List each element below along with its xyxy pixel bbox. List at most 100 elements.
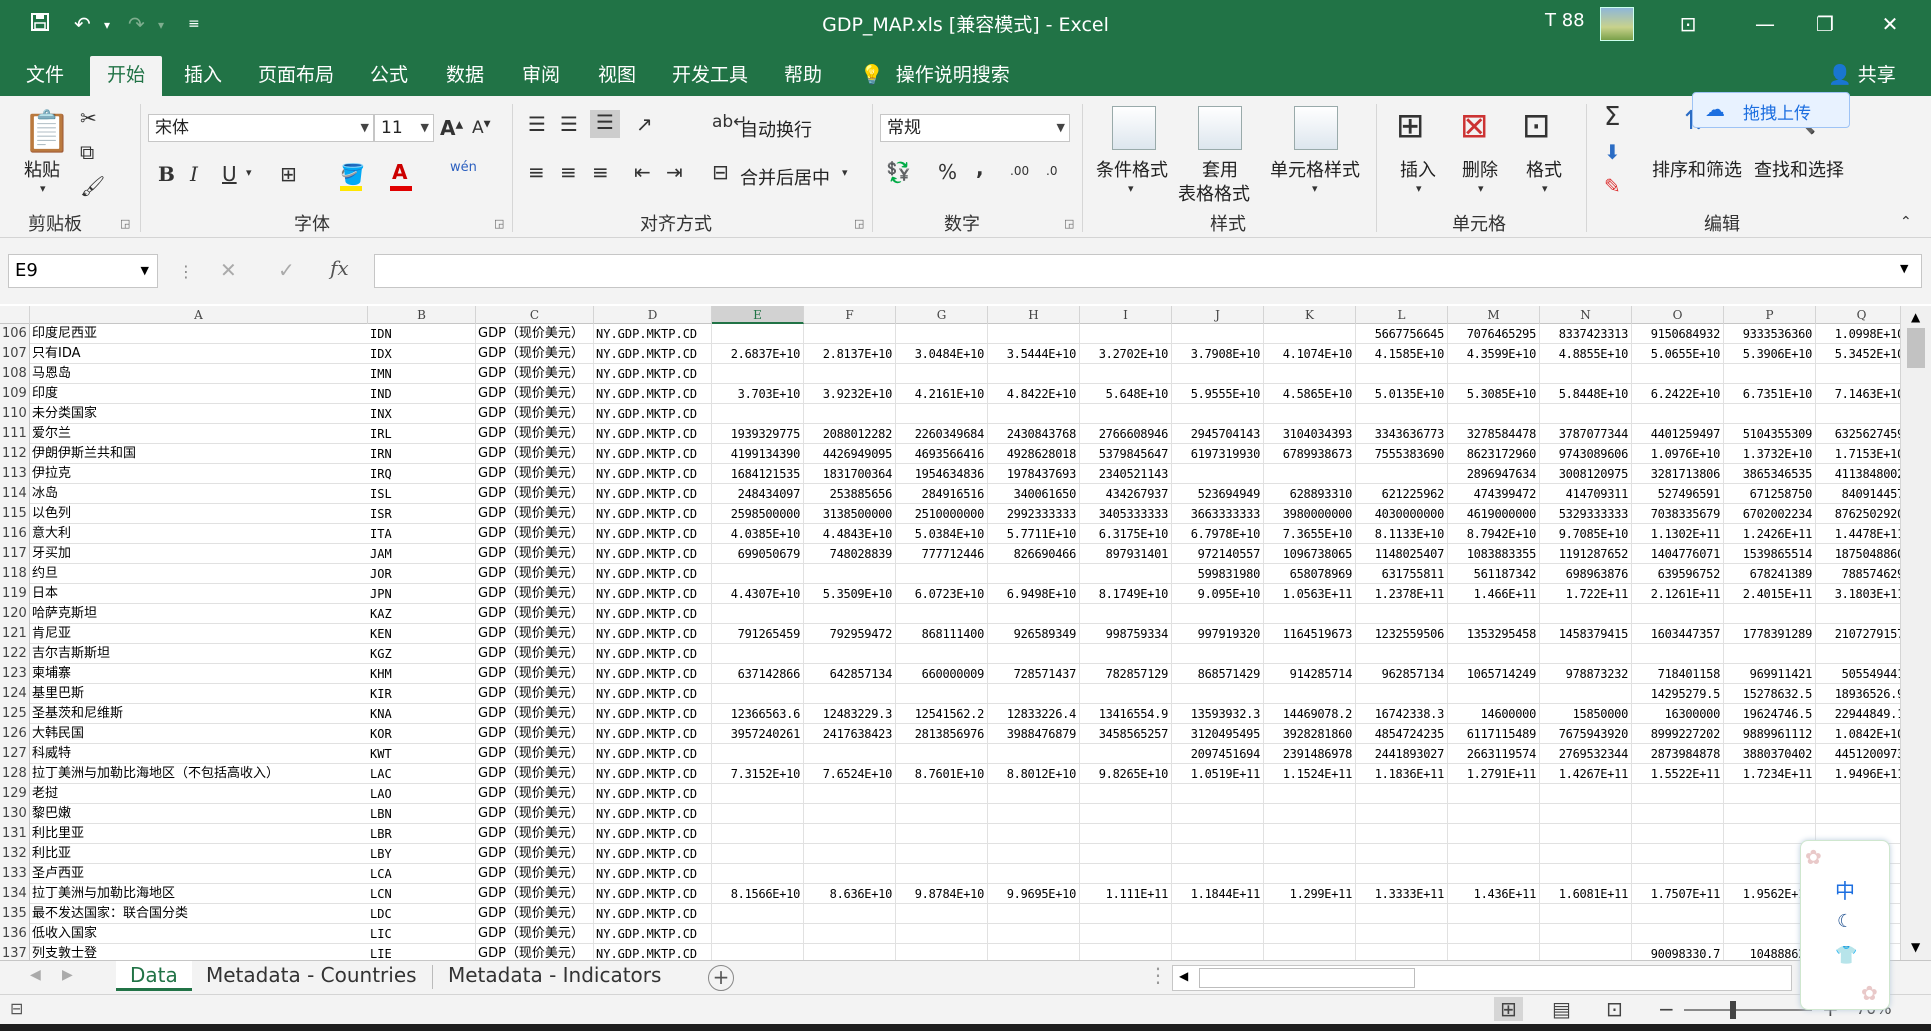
cell-value[interactable]: 2873984878 (1632, 744, 1724, 764)
cell-value[interactable]: 1.2426E+11 (1724, 524, 1816, 544)
shrink-font-icon[interactable]: A▼ (472, 118, 491, 138)
cell-value[interactable]: 3120495495 (1172, 724, 1264, 744)
cell-value[interactable] (1724, 784, 1816, 804)
row-header[interactable]: 115 (0, 504, 30, 524)
cell-value[interactable] (1264, 644, 1356, 664)
column-header-g[interactable]: G (896, 306, 988, 324)
cell-value[interactable]: 621225962 (1356, 484, 1448, 504)
font-name-combo[interactable]: 宋体 ▼ (148, 114, 374, 142)
cell-country-name[interactable]: 冰岛 (30, 484, 368, 504)
cell-value[interactable]: 2.6837E+10 (712, 344, 804, 364)
cell-value[interactable]: 1083883355 (1448, 544, 1540, 564)
paste-icon[interactable]: 📋 (22, 108, 72, 155)
cell-value[interactable]: 3980000000 (1264, 504, 1356, 524)
format-as-table-line1[interactable]: 套用 (1202, 156, 1238, 182)
cell-value[interactable]: 1.1844E+11 (1172, 884, 1264, 904)
cell-value[interactable]: 5.3906E+10 (1724, 344, 1816, 364)
cell-value[interactable] (1356, 604, 1448, 624)
cell-value[interactable] (1080, 364, 1172, 384)
cell-value[interactable] (1356, 404, 1448, 424)
number-dialog-launcher-icon[interactable]: ◲ (1064, 217, 1074, 230)
cell-value[interactable]: 9889961112 (1724, 724, 1816, 744)
merge-dropdown-icon[interactable]: ▾ (842, 166, 848, 179)
cell-value[interactable]: 5.7711E+10 (988, 524, 1080, 544)
cell-value[interactable]: 628893310 (1264, 484, 1356, 504)
formula-input[interactable] (374, 254, 1922, 288)
cell-indicator-code[interactable]: NY.GDP.MKTP.CD (594, 784, 712, 804)
cell-country-code[interactable]: IND (368, 384, 476, 404)
next-sheet-icon[interactable]: ▶ (62, 967, 73, 983)
moon-icon[interactable]: ☾ (1837, 911, 1853, 932)
cell-value[interactable] (1080, 804, 1172, 824)
cell-value[interactable] (1264, 824, 1356, 844)
tab-help[interactable]: 帮助 (770, 56, 836, 96)
cell-value[interactable]: 1.466E+11 (1448, 584, 1540, 604)
cell-value[interactable] (804, 564, 896, 584)
cell-value[interactable]: 3.703E+10 (712, 384, 804, 404)
cell-value[interactable] (804, 684, 896, 704)
cell-country-name[interactable]: 马恩岛 (30, 364, 368, 384)
cell-value[interactable]: 1.5522E+11 (1632, 764, 1724, 784)
decrease-indent-icon[interactable]: ⇤ (634, 160, 651, 184)
cell-country-code[interactable]: IMN (368, 364, 476, 384)
row-header[interactable]: 132 (0, 844, 30, 864)
cell-value[interactable]: 1603447357 (1632, 624, 1724, 644)
cell-value[interactable] (1080, 824, 1172, 844)
cell-value[interactable] (1448, 404, 1540, 424)
cell-value[interactable] (1816, 364, 1900, 384)
cell-country-name[interactable]: 老挝 (30, 784, 368, 804)
font-dialog-launcher-icon[interactable]: ◲ (494, 217, 504, 230)
cell-indicator-code[interactable]: NY.GDP.MKTP.CD (594, 664, 712, 684)
scroll-down-icon[interactable]: ▼ (1911, 940, 1920, 954)
cell-value[interactable]: 1164519673 (1264, 624, 1356, 644)
cell-value[interactable] (1632, 844, 1724, 864)
row-header[interactable]: 125 (0, 704, 30, 724)
cell-country-name[interactable]: 约旦 (30, 564, 368, 584)
cell-country-name[interactable]: 拉丁美洲与加勒比海地区 (30, 884, 368, 904)
cell-value[interactable]: 4.4843E+10 (804, 524, 896, 544)
cell-value[interactable]: 1.1302E+11 (1632, 524, 1724, 544)
cell-country-code[interactable]: LBN (368, 804, 476, 824)
cell-value[interactable] (712, 804, 804, 824)
column-header-h[interactable]: H (988, 306, 1080, 324)
cell-value[interactable]: 1.2378E+11 (1356, 584, 1448, 604)
cell-country-name[interactable]: 意大利 (30, 524, 368, 544)
cell-value[interactable]: 1831700364 (804, 464, 896, 484)
cell-value[interactable] (1448, 824, 1540, 844)
cell-value[interactable] (1448, 364, 1540, 384)
cell-value[interactable] (988, 684, 1080, 704)
row-header[interactable]: 137 (0, 944, 30, 960)
cell-value[interactable]: 1353295458 (1448, 624, 1540, 644)
cell-value[interactable] (1080, 604, 1172, 624)
cancel-icon[interactable]: ✕ (220, 258, 237, 282)
cell-country-code[interactable]: LAC (368, 764, 476, 784)
cell-value[interactable] (988, 924, 1080, 944)
cell-value[interactable] (988, 944, 1080, 960)
normal-view-icon[interactable]: ⊞ (1494, 997, 1523, 1021)
ime-mode-label[interactable]: 中 (1835, 875, 1855, 904)
cell-country-code[interactable]: JPN (368, 584, 476, 604)
cell-value[interactable] (1264, 924, 1356, 944)
cell-indicator-name[interactable]: GDP（现价美元） (476, 524, 594, 544)
cell-value[interactable]: 1.7507E+11 (1632, 884, 1724, 904)
cell-indicator-name[interactable]: GDP（现价美元） (476, 444, 594, 464)
underline-dropdown-icon[interactable]: ▾ (246, 166, 252, 179)
horizontal-scrollbar[interactable]: ◀ (1172, 965, 1792, 991)
cell-value[interactable]: 1.3732E+10 (1724, 444, 1816, 464)
cell-indicator-name[interactable]: GDP（现价美元） (476, 564, 594, 584)
cell-value[interactable]: 4.8422E+10 (988, 384, 1080, 404)
cell-value[interactable] (804, 804, 896, 824)
cell-value[interactable] (1540, 904, 1632, 924)
cell-value[interactable]: 6702002234 (1724, 504, 1816, 524)
delete-cells-button[interactable]: 删除 (1462, 156, 1498, 182)
tab-insert[interactable]: 插入 (170, 56, 236, 96)
cell-value[interactable] (1540, 844, 1632, 864)
insert-cells-icon[interactable]: ⊞ (1396, 106, 1425, 146)
cell-country-code[interactable]: LCA (368, 864, 476, 884)
cell-value[interactable]: 788574629 (1816, 564, 1900, 584)
cell-value[interactable]: 2510000000 (896, 504, 988, 524)
cell-value[interactable]: 3928281860 (1264, 724, 1356, 744)
cell-country-code[interactable]: LAO (368, 784, 476, 804)
cell-country-code[interactable]: KOR (368, 724, 476, 744)
cell-value[interactable]: 6.7351E+10 (1724, 384, 1816, 404)
